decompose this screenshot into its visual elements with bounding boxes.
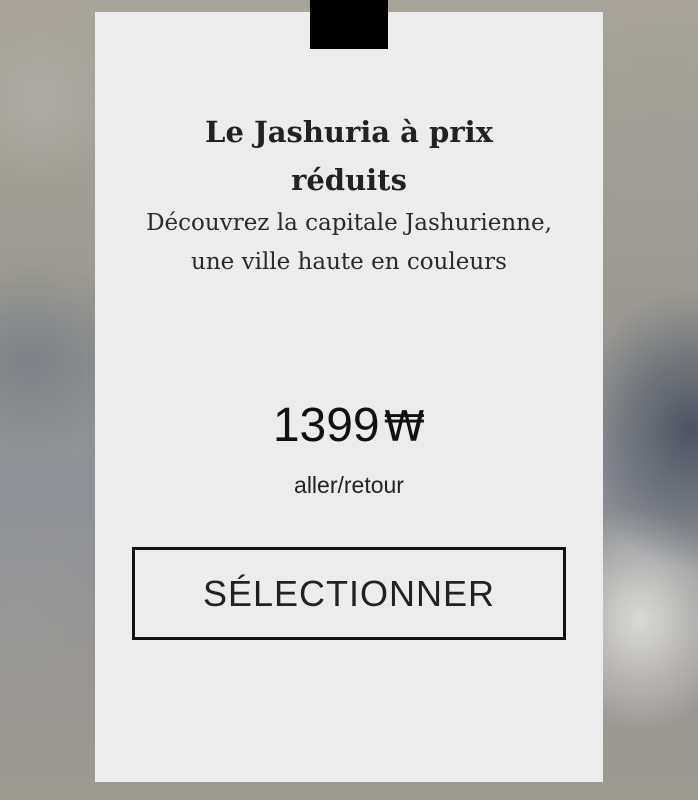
select-button[interactable]: SÉLECTIONNER xyxy=(132,547,566,640)
price-amount: 1399 xyxy=(272,399,380,452)
offer-card: Le Jashuria à prix réduits Découvrez la … xyxy=(95,0,603,782)
price-display: 1399₩ xyxy=(95,396,603,457)
card-top-tab xyxy=(310,0,388,49)
offer-title: Le Jashuria à prix réduits xyxy=(205,115,493,197)
offer-description: Découvrez la capitale Jashurienne, une v… xyxy=(146,210,552,275)
currency-symbol: ₩ xyxy=(383,402,426,451)
price-note: aller/retour xyxy=(294,472,404,498)
